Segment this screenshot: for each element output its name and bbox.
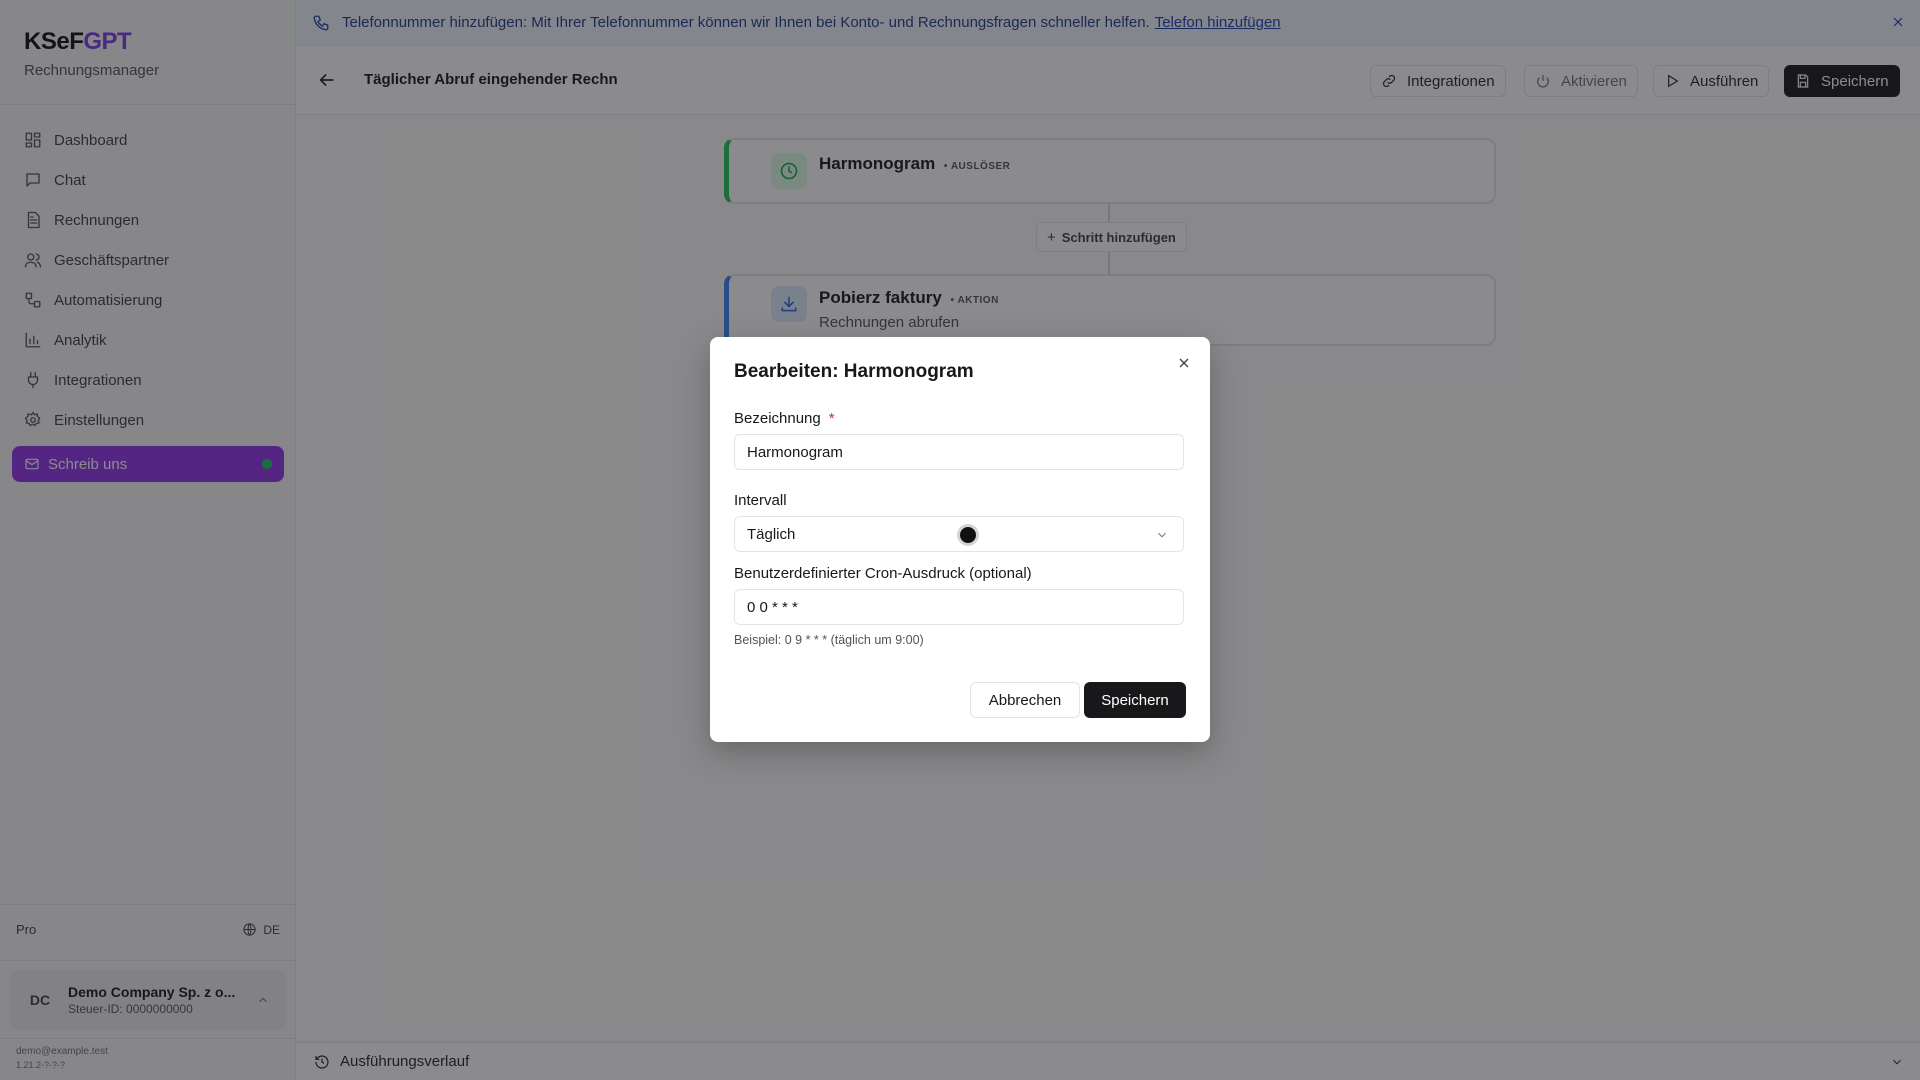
cron-input-value: 0 0 * * *: [747, 598, 798, 616]
cron-input[interactable]: 0 0 * * *: [734, 589, 1184, 625]
mouse-cursor-indicator: [957, 524, 979, 546]
interval-label: Intervall: [734, 492, 787, 509]
save-button[interactable]: Speichern: [1084, 682, 1186, 718]
cron-hint: Beispiel: 0 9 * * * (täglich um 9:00): [734, 633, 924, 647]
name-input-value: Harmonogram: [747, 443, 843, 461]
required-mark: *: [828, 410, 835, 427]
close-icon[interactable]: [1176, 355, 1192, 371]
dialog-title: Bearbeiten: Harmonogram: [734, 361, 974, 382]
cron-label: Benutzerdefinierter Cron-Ausdruck (optio…: [734, 565, 1032, 582]
edit-dialog: Bearbeiten: Harmonogram Bezeichnung * Har…: [710, 337, 1210, 742]
interval-select-value: Täglich: [747, 525, 796, 543]
cancel-button[interactable]: Abbrechen: [970, 682, 1080, 718]
name-label: Bezeichnung: [734, 410, 821, 427]
interval-select[interactable]: Täglich: [734, 516, 1184, 552]
name-input[interactable]: Harmonogram: [734, 434, 1184, 470]
name-label-row: Bezeichnung *: [734, 410, 835, 427]
chevron-down-icon: [1158, 532, 1166, 538]
